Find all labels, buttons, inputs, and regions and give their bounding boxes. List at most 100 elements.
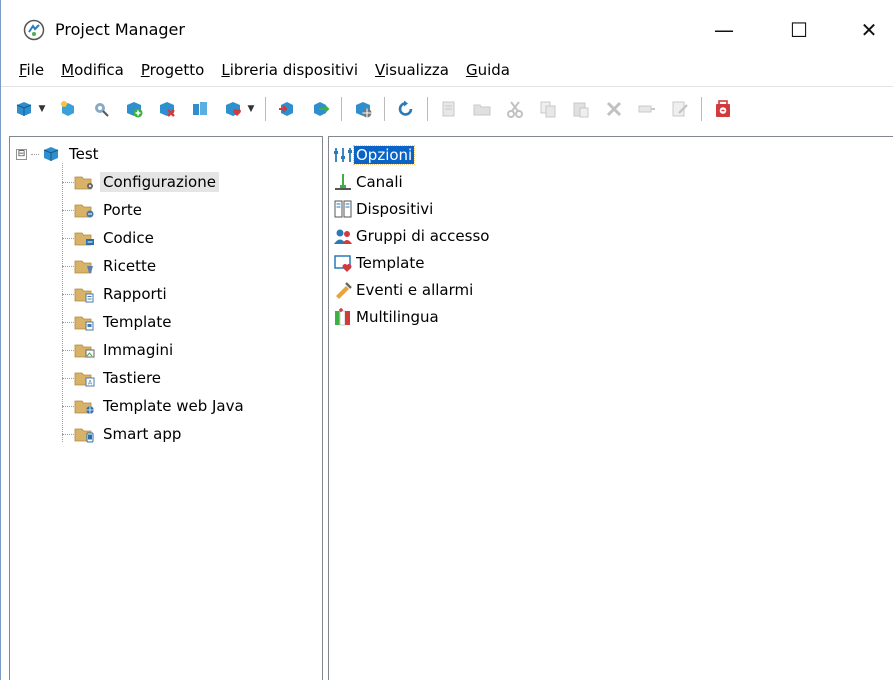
tree-node-porte[interactable]: Porte	[62, 197, 145, 223]
web-folder-icon	[74, 400, 94, 414]
list-item-gruppi-di-accesso[interactable]: Gruppi di accesso	[333, 223, 491, 249]
toolbar-separator	[427, 96, 428, 121]
window-title: Project Manager	[55, 20, 185, 39]
list-item-label: Dispositivi	[356, 200, 434, 218]
tree-connector	[62, 433, 74, 435]
menu-file[interactable]: File	[19, 61, 44, 79]
list-item-dispositivi[interactable]: Dispositivi	[333, 196, 435, 222]
list-item-label: Canali	[356, 173, 403, 191]
menu-progetto[interactable]: Progetto	[141, 61, 205, 79]
settings-icon[interactable]	[91, 99, 111, 119]
paste-icon[interactable]	[571, 99, 591, 119]
export-icon[interactable]	[310, 99, 330, 119]
tree-node-label: Porte	[103, 201, 142, 219]
chevron-down-icon[interactable]: ▼	[247, 104, 255, 114]
code-folder-icon	[74, 232, 94, 246]
toolbar: ▼ ▼	[1, 86, 893, 130]
app-icon	[23, 19, 45, 41]
list-item-label: Multilingua	[356, 308, 439, 326]
tree-node-template[interactable]: Template	[62, 309, 174, 335]
menu-modifica[interactable]: Modifica	[61, 61, 124, 79]
devices-icon	[333, 199, 353, 219]
template-folder-icon	[74, 316, 94, 331]
project-manager-window: Project Manager — ☐ ✕ File Modifica Prog…	[0, 0, 893, 680]
project-tool-icon[interactable]	[190, 99, 210, 119]
tree-root-label: Test	[69, 145, 99, 163]
edit-icon[interactable]	[670, 99, 690, 119]
toolbar-separator	[384, 96, 385, 121]
tree-node-label: Smart app	[103, 425, 182, 443]
tree-node-template-web-java[interactable]: Template web Java	[62, 393, 247, 419]
tree-node-label: Immagini	[103, 341, 174, 359]
list-item-label: Opzioni	[352, 145, 416, 165]
network-icon[interactable]	[353, 99, 373, 119]
maximize-button[interactable]: ☐	[776, 10, 822, 50]
tree-node-ricette[interactable]: Ricette	[62, 253, 159, 279]
list-item-eventi-e-allarmi[interactable]: Eventi e allarmi	[333, 277, 475, 303]
new-folder-icon[interactable]	[472, 99, 492, 119]
tree-node-label: Template	[103, 313, 172, 331]
report-folder-icon	[74, 288, 94, 303]
tree-connector	[62, 377, 74, 379]
list-item-multilingua[interactable]: Multilingua	[333, 304, 441, 330]
recipe-folder-icon	[74, 260, 93, 274]
tree-connector	[62, 349, 74, 351]
maximize-icon: ☐	[790, 18, 808, 42]
tree-node-smart-app[interactable]: Smart app	[62, 421, 184, 447]
toolbar-separator	[341, 96, 342, 121]
channels-icon	[333, 172, 353, 192]
favorite-icon[interactable]	[223, 99, 243, 119]
list-item-label: Eventi e allarmi	[356, 281, 474, 299]
tree-connector	[62, 293, 74, 295]
tree-node-label: Codice	[103, 229, 154, 247]
import-icon[interactable]	[277, 99, 297, 119]
tree-node-rapporti[interactable]: Rapporti	[62, 281, 170, 307]
refresh-icon[interactable]	[396, 99, 416, 119]
minimize-icon: —	[714, 18, 734, 42]
menu-libreria-dispositivi[interactable]: Libreria dispositivi	[221, 61, 358, 79]
tree-node-label: Tastiere	[103, 369, 162, 387]
new-project-icon[interactable]	[14, 99, 34, 119]
menu-visualizza[interactable]: Visualizza	[375, 61, 449, 79]
menu-guida[interactable]: Guida	[466, 61, 510, 79]
tree-connector	[62, 265, 74, 267]
tree-node-tastiere[interactable]: A Tastiere	[62, 365, 164, 391]
chevron-down-icon[interactable]: ▼	[38, 104, 46, 114]
new-item-icon[interactable]	[58, 99, 78, 119]
copy-icon[interactable]	[538, 99, 558, 119]
list-item-template[interactable]: Template	[333, 250, 426, 276]
list-item-label: Gruppi di accesso	[356, 227, 490, 245]
tree-node-label: Ricette	[103, 257, 157, 275]
cut-icon[interactable]	[505, 99, 525, 119]
tree-node-label: Template web Java	[103, 397, 244, 415]
template-icon	[333, 253, 353, 273]
close-project-icon[interactable]	[713, 99, 733, 119]
tree-connector	[62, 405, 74, 407]
properties-icon[interactable]	[637, 99, 657, 119]
delete-icon[interactable]	[604, 99, 624, 119]
tree-node-configurazione[interactable]: Configurazione	[62, 169, 219, 195]
rename-icon[interactable]	[439, 99, 459, 119]
tree-connector	[31, 153, 39, 155]
collapse-toggle[interactable]: ⊟	[16, 148, 27, 160]
close-button[interactable]: ✕	[846, 10, 892, 50]
options-icon	[333, 145, 353, 165]
multilanguage-icon	[333, 307, 353, 327]
list-item-canali[interactable]: Canali	[333, 169, 405, 195]
remove-icon[interactable]	[157, 99, 177, 119]
tree-root-node[interactable]: ⊟ Test	[16, 143, 102, 165]
smartapp-folder-icon	[74, 428, 94, 443]
close-icon: ✕	[860, 18, 878, 42]
minimize-button[interactable]: —	[701, 10, 747, 50]
project-tree-panel[interactable]: ⊟ Test Configurazione Porte Codice Ricette R…	[9, 136, 323, 680]
access-groups-icon	[333, 226, 353, 246]
add-icon[interactable]	[124, 99, 144, 119]
toolbar-separator	[265, 96, 266, 121]
tree-node-immagini[interactable]: Immagini	[62, 337, 176, 363]
list-item-opzioni[interactable]: Opzioni	[333, 142, 416, 168]
image-folder-icon	[74, 344, 95, 358]
port-folder-icon	[74, 204, 94, 218]
tree-connector	[62, 181, 74, 183]
configuration-list-panel[interactable]: Opzioni Canali Dispositivi Gruppi di access…	[328, 136, 893, 680]
tree-node-codice[interactable]: Codice	[62, 225, 157, 251]
